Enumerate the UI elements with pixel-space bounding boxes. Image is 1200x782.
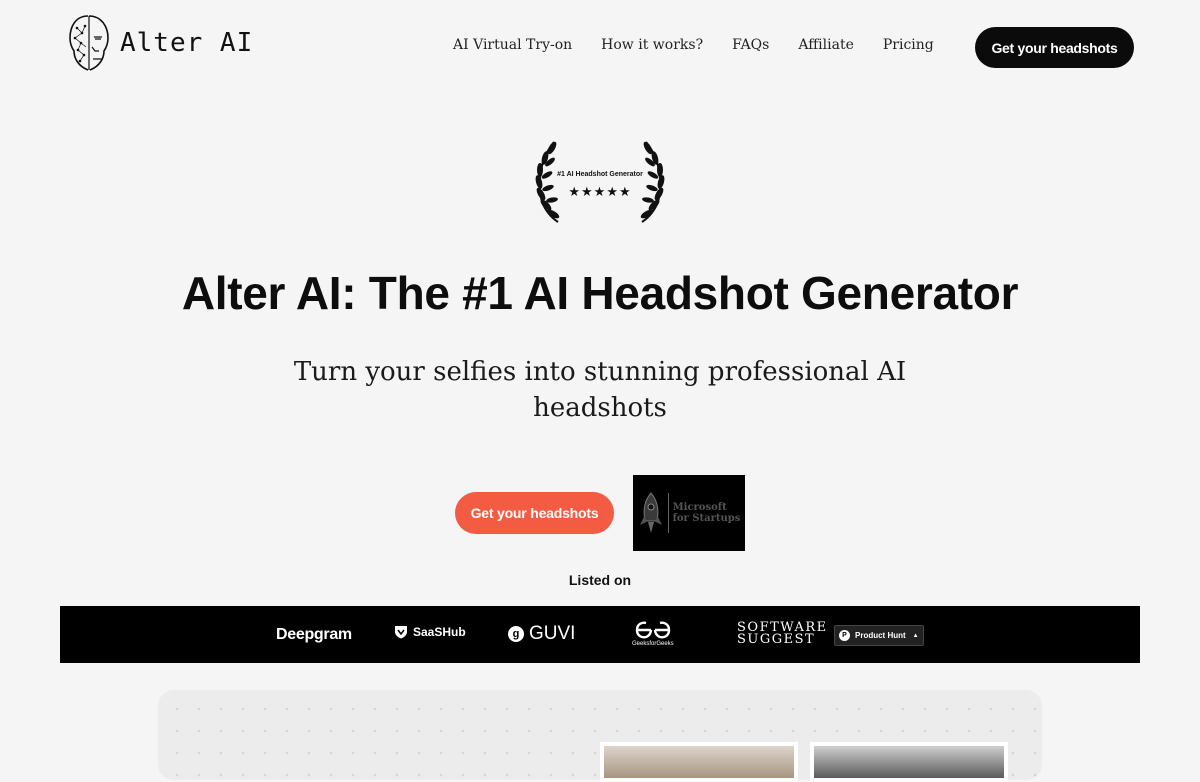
badge-text-line2: for Startups — [672, 513, 741, 524]
hero-subtitle: Turn your selfies into stunning professi… — [293, 357, 907, 423]
headshot-gallery — [158, 690, 1042, 782]
deepgram-logo[interactable]: Deepgram — [276, 626, 352, 644]
award-stars: ★★★★★ — [568, 184, 632, 199]
guvi-logo[interactable]: g GUVI — [508, 623, 575, 645]
software-suggest-logo[interactable]: SOFTWARE SUGGEST — [737, 621, 826, 646]
shield-icon — [395, 626, 407, 639]
brand-logo[interactable]: Alter AI — [66, 14, 253, 72]
main-nav: AI Virtual Try-on How it works? FAQs Aff… — [453, 37, 963, 53]
product-hunt-p-icon: P — [839, 630, 850, 641]
header-get-headshots-button[interactable]: Get your headshots — [975, 27, 1134, 68]
microsoft-for-startups-badge[interactable]: Microsoft for Startups — [633, 475, 745, 551]
hero-get-headshots-button[interactable]: Get your headshots — [455, 492, 614, 534]
listed-on-logo-strip: Deepgram SaaSHub g GUVI GeeksforGeeks SO… — [60, 606, 1140, 663]
award-title: #1 AI Headshot Generator — [557, 171, 643, 178]
nav-link-faqs[interactable]: FAQs — [732, 37, 769, 53]
product-hunt-label: Product Hunt — [855, 631, 906, 640]
upvote-arrow-icon: ▲ — [912, 632, 919, 639]
headshot-photo — [600, 742, 798, 782]
brand-name: Alter AI — [120, 28, 254, 58]
hero-title: Alter AI: The #1 AI Headshot Generator — [181, 267, 1019, 319]
guvi-g-icon: g — [508, 626, 524, 642]
nav-link-how-it-works[interactable]: How it works? — [601, 37, 703, 53]
gfg-icon — [635, 621, 671, 639]
laurel-wreath-icon — [535, 141, 665, 223]
rocket-icon — [639, 492, 662, 533]
nav-link-virtual-try-on[interactable]: AI Virtual Try-on — [453, 37, 572, 53]
site-header: Alter AI AI Virtual Try-on How it works?… — [0, 0, 1200, 95]
geeksforgeeks-logo[interactable]: GeeksforGeeks — [632, 620, 674, 649]
nav-link-affiliate[interactable]: Affiliate — [798, 37, 854, 53]
guvi-label: GUVI — [529, 623, 576, 644]
saashub-logo[interactable]: SaaSHub — [394, 625, 466, 639]
product-hunt-badge[interactable]: P Product Hunt ▲ — [834, 625, 924, 646]
gfg-label: GeeksforGeeks — [632, 641, 674, 647]
award-badge: #1 AI Headshot Generator ★★★★★ — [528, 140, 672, 226]
listed-on-label: Listed on — [568, 572, 632, 588]
face-icon — [69, 15, 109, 71]
saashub-label: SaaSHub — [413, 625, 466, 639]
nav-link-pricing[interactable]: Pricing — [883, 37, 934, 53]
headshot-photo — [810, 742, 1008, 782]
badge-text-line1: Microsoft — [672, 502, 727, 513]
